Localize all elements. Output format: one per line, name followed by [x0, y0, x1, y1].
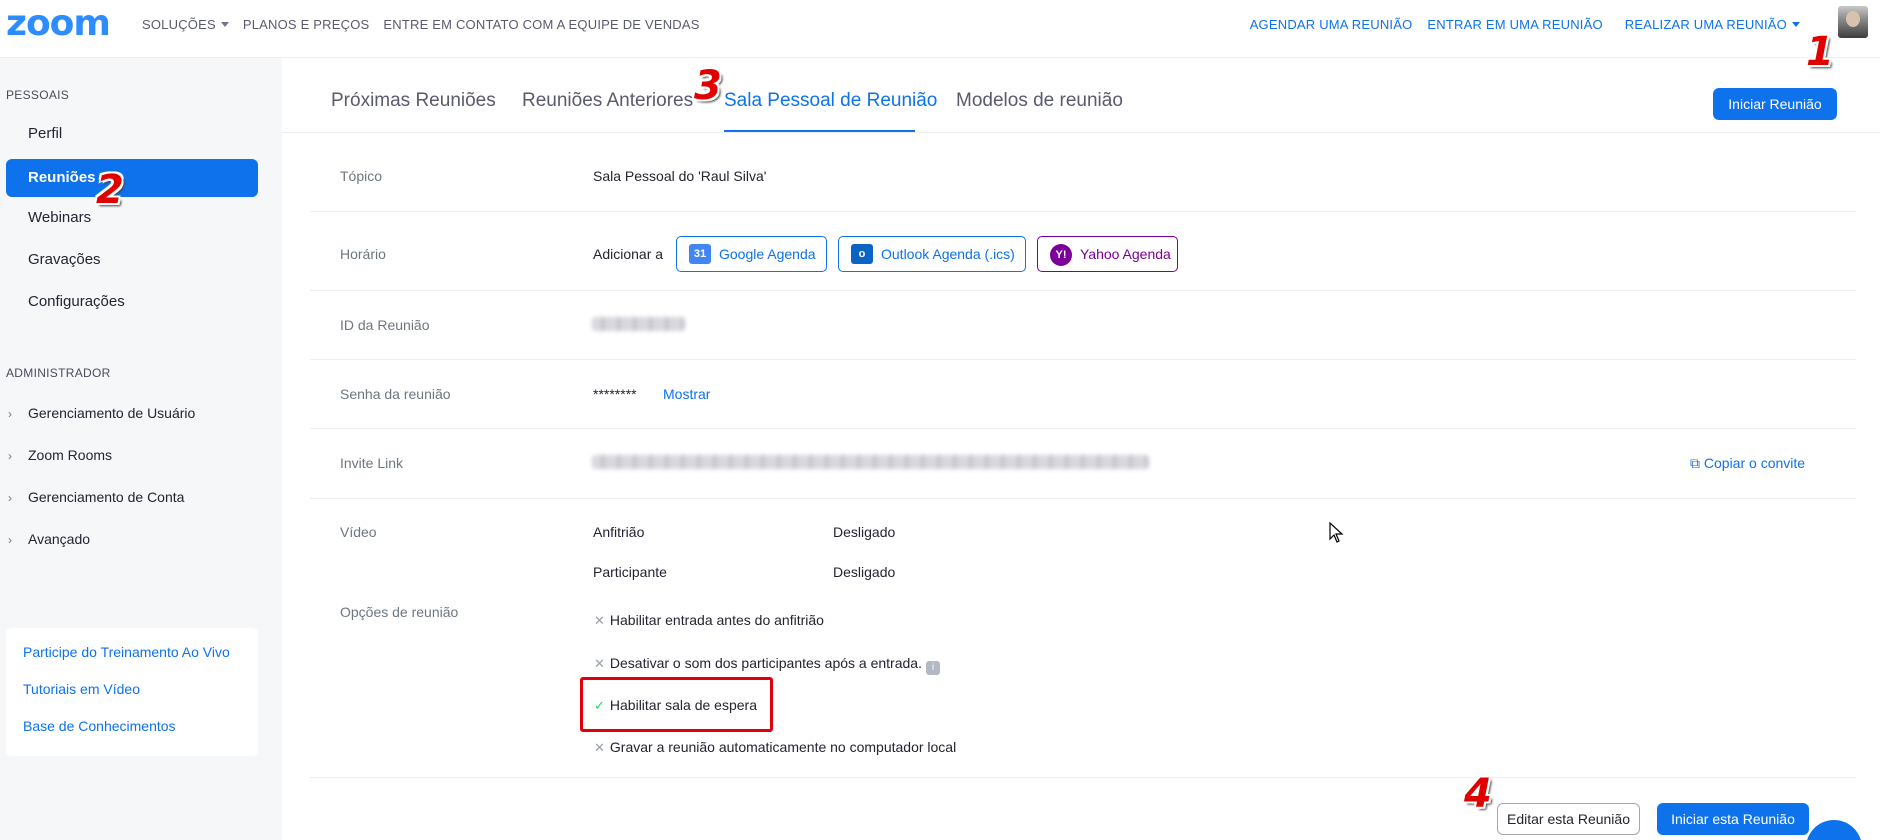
- topic-label: Tópico: [340, 168, 383, 184]
- sidebar-item-settings[interactable]: Configurações: [6, 283, 258, 321]
- chevron-right-icon: ›: [8, 407, 12, 421]
- chevron-down-icon: [220, 22, 229, 27]
- sidebar-item-zoom-rooms[interactable]: › Zoom Rooms: [8, 445, 112, 466]
- edit-meeting-button[interactable]: Editar esta Reunião: [1497, 803, 1640, 835]
- copy-icon: ⧉: [1690, 455, 1704, 471]
- copy-invite-link[interactable]: ⧉ Copiar o convite: [1690, 455, 1805, 472]
- sidebar-item-account-management[interactable]: › Gerenciamento de Conta: [8, 487, 184, 508]
- tab-upcoming-meetings[interactable]: Próximas Reuniões: [331, 90, 496, 112]
- topic-value: Sala Pessoal do 'Raul Silva': [593, 168, 767, 184]
- outlook-calendar-icon: o: [851, 244, 873, 264]
- row-divider: [310, 211, 1856, 212]
- sidebar-heading-personal: PESSOAIS: [6, 88, 70, 102]
- tab-previous-meetings[interactable]: Reuniões Anteriores: [522, 90, 693, 112]
- nav-host-meeting[interactable]: REALIZAR UMA REUNIÃO: [1625, 17, 1800, 32]
- nav-solutions[interactable]: SOLUÇÕES: [142, 17, 229, 32]
- row-divider: [310, 777, 1856, 778]
- sidebar: PESSOAIS Perfil Reuniões Webinars Gravaç…: [0, 58, 282, 840]
- nav-right-menu: AGENDAR UMA REUNIÃO ENTRAR EM UMA REUNIÃ…: [1250, 17, 1800, 32]
- password-value: ********: [593, 386, 637, 402]
- link-video-tutorials[interactable]: Tutoriais em Vídeo: [23, 681, 140, 697]
- chevron-right-icon: ›: [8, 491, 12, 505]
- sidebar-heading-admin: ADMINISTRADOR: [6, 366, 111, 380]
- help-chat-button[interactable]: [1806, 820, 1862, 840]
- link-knowledge-base[interactable]: Base de Conhecimentos: [23, 718, 176, 734]
- row-divider: [310, 498, 1856, 499]
- tabs-divider: [282, 132, 1880, 133]
- nav-left-menu: SOLUÇÕES PLANOS E PREÇOS ENTRE EM CONTAT…: [142, 17, 700, 32]
- video-participant-label: Participante: [593, 564, 667, 580]
- start-this-meeting-button[interactable]: Iniciar esta Reunião: [1657, 803, 1809, 835]
- yahoo-calendar-button[interactable]: Y! Yahoo Agenda: [1037, 236, 1178, 272]
- row-divider: [310, 428, 1856, 429]
- link-live-training[interactable]: Participe do Treinamento Ao Vivo: [23, 644, 230, 660]
- video-host-value: Desligado: [833, 524, 896, 540]
- sidebar-item-meetings[interactable]: Reuniões: [6, 159, 258, 197]
- chevron-right-icon: ›: [8, 449, 12, 463]
- info-icon[interactable]: i: [925, 661, 940, 675]
- close-icon: ✕: [594, 613, 605, 628]
- nav-schedule-meeting[interactable]: AGENDAR UMA REUNIÃO: [1250, 17, 1413, 32]
- tab-personal-room[interactable]: Sala Pessoal de Reunião: [724, 90, 937, 112]
- step-badge-3: 3: [694, 63, 722, 109]
- close-icon: ✕: [594, 656, 605, 671]
- step-badge-4: 4: [1464, 771, 1492, 817]
- nav-join-meeting[interactable]: ENTRAR EM UMA REUNIÃO: [1427, 17, 1602, 32]
- show-password-link[interactable]: Mostrar: [663, 386, 710, 402]
- video-label: Vídeo: [340, 524, 377, 540]
- sidebar-item-profile[interactable]: Perfil: [6, 115, 258, 153]
- video-participant-value: Desligado: [833, 564, 896, 580]
- sidebar-item-recordings[interactable]: Gravações: [6, 241, 258, 279]
- close-icon: ✕: [594, 740, 605, 755]
- option-auto-record-local: ✕ Gravar a reunião automaticamente no com…: [594, 739, 957, 755]
- sidebar-item-webinars[interactable]: Webinars: [6, 199, 258, 237]
- meeting-options-label: Opções de reunião: [340, 604, 459, 620]
- top-navigation: zoom SOLUÇÕES PLANOS E PREÇOS ENTRE EM C…: [0, 0, 1880, 58]
- outlook-calendar-button[interactable]: o Outlook Agenda (.ics): [838, 236, 1026, 272]
- zoom-logo[interactable]: zoom: [6, 6, 111, 42]
- tab-meeting-templates[interactable]: Modelos de reunião: [956, 90, 1123, 112]
- step-badge-1: 1: [1806, 29, 1834, 75]
- chevron-down-icon: [1792, 22, 1800, 27]
- password-label: Senha da reunião: [340, 386, 451, 402]
- option-mute-on-entry: ✕ Desativar o som dos participantes após …: [594, 655, 940, 675]
- google-calendar-icon: 31: [689, 244, 711, 264]
- row-divider: [310, 290, 1856, 291]
- time-label: Horário: [340, 246, 386, 262]
- option-join-before-host: ✕ Habilitar entrada antes do anfitrião: [594, 612, 824, 628]
- nav-contact-sales[interactable]: ENTRE EM CONTATO COM A EQUIPE DE VENDAS: [383, 17, 699, 32]
- video-host-label: Anfitrião: [593, 524, 645, 540]
- invite-link-label: Invite Link: [340, 455, 404, 471]
- chevron-right-icon: ›: [8, 533, 12, 547]
- avatar[interactable]: [1838, 6, 1868, 38]
- row-divider: [310, 359, 1856, 360]
- invite-link-blurred-value: [592, 455, 1149, 469]
- meeting-id-blurred-value: [592, 317, 685, 331]
- sidebar-item-user-management[interactable]: › Gerenciamento de Usuário: [8, 403, 195, 424]
- yahoo-calendar-icon: Y!: [1050, 244, 1072, 266]
- add-to-label: Adicionar a: [593, 246, 664, 262]
- nav-plans-pricing[interactable]: PLANOS E PREÇOS: [243, 17, 370, 32]
- start-meeting-button[interactable]: Iniciar Reunião: [1713, 88, 1837, 120]
- highlight-box: [580, 677, 773, 732]
- google-calendar-button[interactable]: 31 Google Agenda: [676, 236, 827, 272]
- step-badge-2: 2: [96, 167, 124, 213]
- sidebar-item-advanced[interactable]: › Avançado: [8, 529, 90, 550]
- meeting-id-label: ID da Reunião: [340, 317, 430, 333]
